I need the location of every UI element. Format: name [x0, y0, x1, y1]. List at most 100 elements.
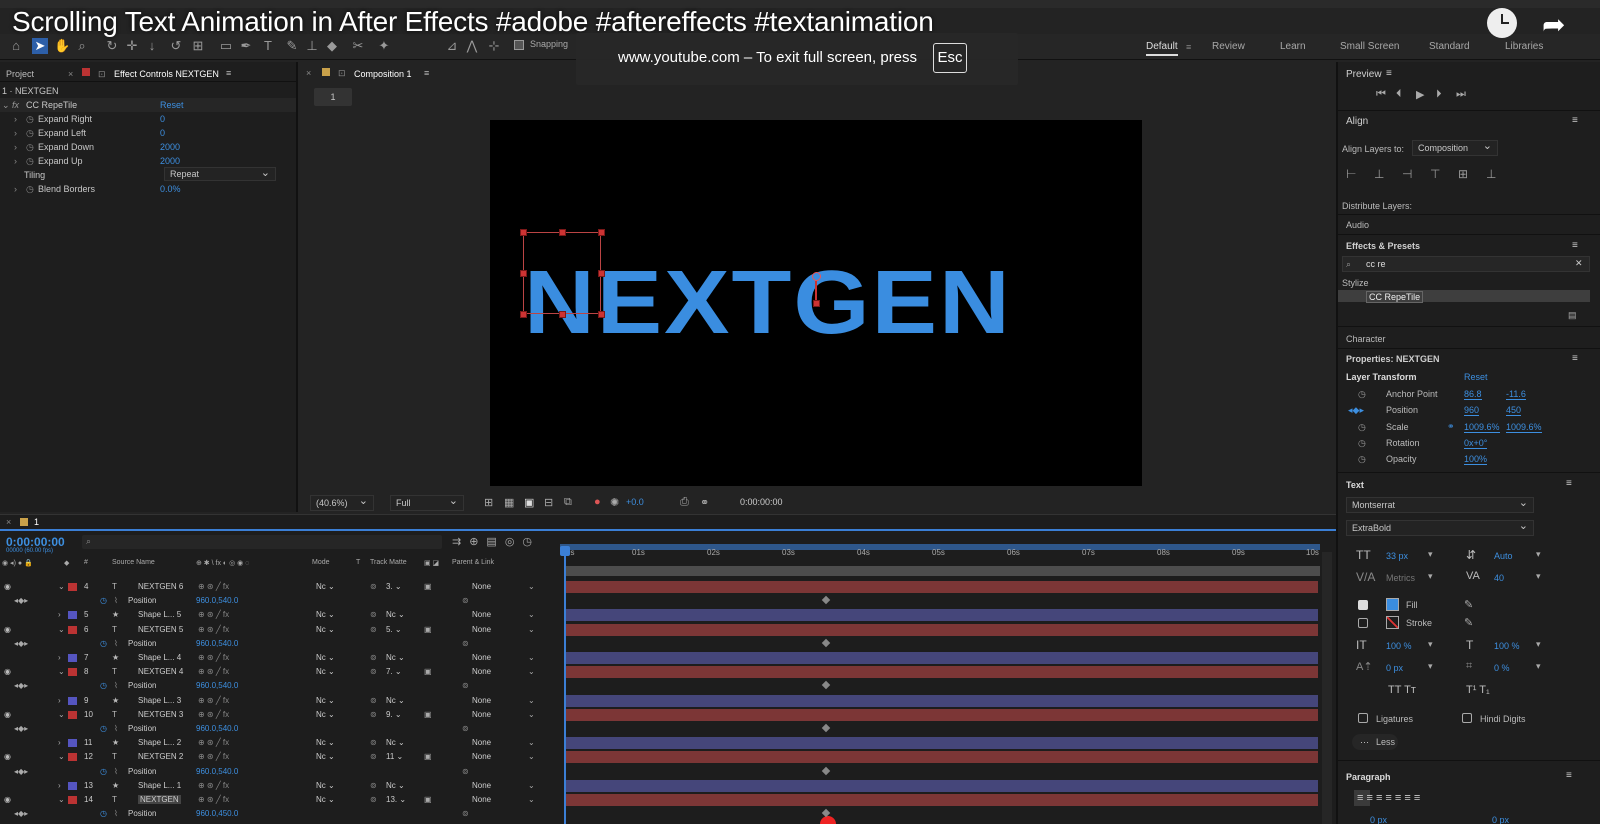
eyedropper-icon[interactable]: ✎	[1464, 616, 1473, 629]
chevron-down-icon[interactable]: ⌄	[528, 696, 535, 705]
parent-select[interactable]: None	[472, 795, 491, 804]
layer-duration-bar[interactable]	[566, 581, 1318, 593]
panel-menu-icon[interactable]: ≡	[226, 68, 231, 78]
layer-label-swatch[interactable]	[68, 626, 77, 634]
property-value[interactable]: 960.0,540.0	[196, 767, 238, 776]
stopwatch-icon[interactable]: ◷	[26, 114, 34, 125]
visibility-icon[interactable]: ◉	[4, 752, 11, 761]
prop-value[interactable]: 0	[160, 114, 165, 124]
superscript-icon[interactable]: T¹ T₁	[1466, 684, 1490, 696]
eraser-tool-icon[interactable]: ◆	[324, 38, 340, 54]
expand-arrow-icon[interactable]: ›	[14, 184, 17, 194]
align-hcenter-icon[interactable]: ⊥	[1374, 167, 1384, 181]
preset-cc-repetile[interactable]: CC RepeTile	[1366, 291, 1424, 303]
puppet-tool-icon[interactable]: ✦	[376, 38, 392, 54]
track-matte-pickwhip-icon[interactable]: ⊚	[370, 667, 377, 676]
chevron-down-icon[interactable]: ⌄	[528, 653, 535, 662]
track-matte-select[interactable]: Nc ⌄	[386, 696, 405, 705]
resolution-select[interactable]: Full	[390, 494, 464, 511]
3d-view-icon[interactable]: ⧉	[564, 496, 572, 509]
snap-icon-2[interactable]: ⋀	[464, 38, 480, 54]
expand-arrow-icon[interactable]: ›	[14, 114, 17, 124]
keyframe-nav-icon[interactable]: ◂◆▸	[14, 767, 28, 776]
layer-label-swatch[interactable]	[68, 583, 77, 591]
panel-menu-icon[interactable]: ≡	[1566, 478, 1572, 489]
blend-mode-select[interactable]: Nc ⌄	[316, 738, 335, 747]
stopwatch-icon[interactable]: ◷	[1358, 422, 1366, 433]
track-matte-select[interactable]: Nc ⌄	[386, 738, 405, 747]
next-frame-icon[interactable]: ⏵	[1436, 88, 1442, 101]
transform-handle[interactable]	[598, 229, 605, 236]
property-value[interactable]: 960.0,540.0	[196, 681, 238, 690]
lock-icon[interactable]: ⊡	[98, 69, 106, 80]
type-tool-icon[interactable]: T	[260, 38, 276, 54]
layer-row[interactable]: ◉ ⌄ 6 T NEXTGEN 5 ⊕ ⊛ ╱ fx Nc ⌄ ⊚ 5. ⌄ ▣ None ⌄	[0, 623, 566, 637]
property-value[interactable]: 960.0,540.0	[196, 639, 238, 648]
track-matte-pickwhip-icon[interactable]: ⊚	[370, 696, 377, 705]
matte-toggle-icon[interactable]: ▣	[424, 667, 432, 676]
track-matte-pickwhip-icon[interactable]: ⊚	[370, 781, 377, 790]
layer-switch-icons[interactable]: ⊕ ⊛ ╱ fx	[198, 710, 229, 719]
track-matte-select[interactable]: 11 ⌄	[386, 752, 403, 761]
property-row[interactable]: ◂◆▸ ◷ ⌇ Position 960.0,540.0 ⊚	[0, 679, 566, 693]
lock-icon[interactable]: ⊡	[338, 68, 346, 79]
opacity-value[interactable]: 100%	[1464, 454, 1488, 465]
stroke-checkbox[interactable]	[1358, 618, 1368, 628]
menu-icon[interactable]: ≡	[1186, 42, 1191, 52]
dolly-tool-icon[interactable]: ↓	[144, 38, 160, 54]
roto-tool-icon[interactable]: ✂	[350, 38, 366, 54]
chevron-down-icon[interactable]: ⌄	[528, 625, 535, 634]
hindi-digits-checkbox[interactable]	[1462, 713, 1472, 723]
expand-arrow-icon[interactable]: ›	[14, 128, 17, 138]
matte-toggle-icon[interactable]: ▣	[424, 752, 432, 761]
panel-menu-icon[interactable]: ≡	[1572, 240, 1578, 251]
home-icon[interactable]: ⌂	[8, 38, 24, 54]
layer-duration-bar[interactable]	[566, 794, 1318, 806]
fx-toggle-icon[interactable]: ⌄ fx	[2, 100, 19, 111]
playhead-handle[interactable]	[560, 546, 570, 556]
layer-row[interactable]: › 13 ★ Shape L... 1 ⊕ ⊛ ╱ fx Nc ⌄ ⊚ Nc ⌄ None ⌄	[0, 779, 566, 793]
timeline-timecode[interactable]: 0:00:00:00	[6, 535, 65, 549]
layer-switch-icons[interactable]: ⊕ ⊛ ╱ fx	[198, 625, 229, 634]
hand-tool-icon[interactable]: ✋	[54, 38, 70, 54]
chevron-down-icon[interactable]: ⌄	[528, 752, 535, 761]
blend-mode-select[interactable]: Nc ⌄	[316, 582, 335, 591]
track-matte-pickwhip-icon[interactable]: ⊚	[370, 625, 377, 634]
chevron-down-icon[interactable]: ⌄	[528, 781, 535, 790]
close-icon[interactable]: ×	[6, 517, 11, 527]
dropdown-icon[interactable]: ▾	[1536, 571, 1541, 582]
layer-duration-bar[interactable]	[566, 695, 1318, 707]
align-right-icon[interactable]: ⊣	[1402, 167, 1412, 181]
font-style-select[interactable]: ExtraBold	[1346, 519, 1534, 536]
close-icon[interactable]: ×	[68, 69, 73, 79]
property-row[interactable]: ◂◆▸ ◷ ⌇ Position 960.0,540.0 ⊚	[0, 637, 566, 651]
parent-select[interactable]: None	[472, 696, 491, 705]
anchor-point-icon[interactable]	[812, 272, 821, 281]
audio-title[interactable]: Audio	[1346, 220, 1369, 230]
matte-toggle-icon[interactable]: ▣	[424, 582, 432, 591]
workspace-libraries[interactable]: Libraries	[1505, 41, 1543, 52]
prop-value[interactable]: 2000	[160, 142, 180, 152]
source-name-header[interactable]: Source Name	[112, 559, 155, 566]
stopwatch-icon[interactable]: ◷	[100, 809, 107, 818]
parent-select[interactable]: None	[472, 582, 491, 591]
anchor-x-value[interactable]: 86.8	[1464, 389, 1482, 400]
play-icon[interactable]: ▶	[1416, 88, 1424, 101]
layer-name[interactable]: NEXTGEN	[138, 795, 181, 804]
track-matte-select[interactable]: 9. ⌄	[386, 710, 402, 719]
stopwatch-icon[interactable]: ◷	[1358, 454, 1366, 465]
workspace-small-screen[interactable]: Small Screen	[1340, 41, 1399, 52]
layer-label-swatch[interactable]	[68, 697, 77, 705]
selection-tool-icon[interactable]: ➤	[32, 38, 48, 54]
property-value[interactable]: 960.0,540.0	[196, 596, 238, 605]
transform-handle[interactable]	[598, 270, 605, 277]
ligatures-checkbox[interactable]	[1358, 713, 1368, 723]
stopwatch-icon[interactable]: ◷	[26, 142, 34, 153]
close-icon[interactable]: ×	[306, 68, 311, 78]
dropdown-icon[interactable]: ▾	[1428, 639, 1433, 650]
kerning-value[interactable]: Metrics	[1386, 573, 1415, 583]
visibility-icon[interactable]: ◉	[4, 710, 11, 719]
property-row[interactable]: ◂◆▸ ◷ ⌇ Position 960.0,540.0 ⊚	[0, 722, 566, 736]
layer-expand-icon[interactable]: ⌄	[58, 582, 65, 591]
blend-mode-select[interactable]: Nc ⌄	[316, 752, 335, 761]
